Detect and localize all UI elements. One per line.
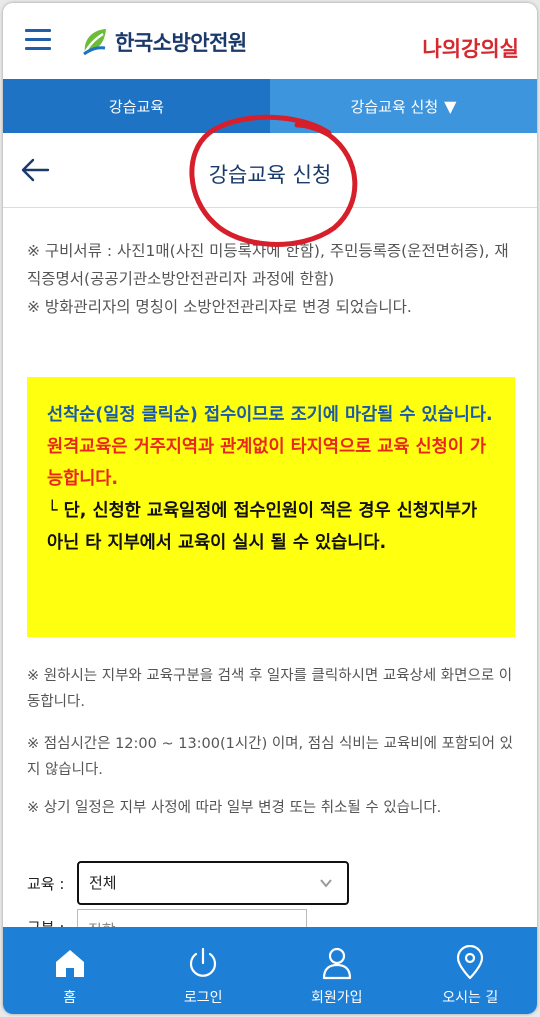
- top-header: 한국소방안전원 나의강의실: [3, 3, 537, 79]
- site-logo[interactable]: 한국소방안전원: [81, 25, 247, 59]
- home-icon: [55, 950, 84, 977]
- notice-documents: ※ 구비서류 : 사진1매(사진 미등록자에 한함), 주민등록증(운전면허증)…: [27, 237, 517, 321]
- tab-bar: 강습교육 강습교육 신청 ▼: [3, 79, 537, 133]
- menu-icon[interactable]: [25, 29, 51, 51]
- power-icon: [190, 947, 217, 977]
- nav-directions[interactable]: 오시는 길: [404, 927, 538, 1014]
- highlight-remote-education: 원격교육은 거주지역과 관계없이 타지역으로 교육 신청이 가능합니다.: [47, 437, 487, 489]
- nav-home[interactable]: 홈: [3, 927, 137, 1014]
- my-classroom-link[interactable]: 나의강의실: [422, 33, 519, 63]
- nav-login-label: 로그인: [183, 990, 223, 1006]
- highlight-branch-note: └ 단, 신청한 교육일정에 접수인원이 적은 경우 신청지부가 아닌 타 지부…: [47, 501, 478, 553]
- logo-text: 한국소방안전원: [115, 31, 247, 55]
- notice-search-hint: ※ 원하시는 지부와 교육구분을 검색 후 일자를 클릭하시면 교육상세 화면으…: [27, 668, 513, 710]
- notice-schedule-change: ※ 상기 일정은 지부 사정에 따라 일부 변경 또는 취소될 수 있습니다.: [27, 800, 442, 816]
- caret-down-icon: ▼: [444, 96, 457, 116]
- app-frame: 한국소방안전원 나의강의실 강습교육 강습교육 신청 ▼ 강습교육 신청 ※ 구…: [3, 3, 537, 1014]
- location-pin-icon: [457, 945, 484, 980]
- category-select[interactable]: 집합: [77, 909, 307, 929]
- education-select[interactable]: 전체: [77, 861, 349, 905]
- education-select-value: 전체: [89, 874, 117, 892]
- bottom-navigation: 홈 로그인 회원가입 오시는 길: [3, 927, 537, 1014]
- tab-training-apply[interactable]: 강습교육 신청 ▼: [270, 79, 537, 133]
- education-filter-label: 교육 :: [27, 875, 65, 893]
- main-content: ※ 구비서류 : 사진1매(사진 미등록자에 한함), 주민등록증(운전면허증)…: [3, 209, 537, 929]
- notice-documents-text: ※ 구비서류 : 사진1매(사진 미등록자에 한함), 주민등록증(운전면허증)…: [27, 242, 509, 288]
- highlight-first-come: 선착순(일정 클릭순) 접수이므로 조기에 마감될 수 있습니다.: [47, 405, 493, 425]
- notice-lunch: ※ 점심시간은 12:00 ~ 13:00(1시간) 이며, 점심 식비는 교육…: [27, 736, 513, 778]
- notice-rename-text: ※ 방화관리자의 명칭이 소방안전관리자로 변경 되었습니다.: [27, 298, 412, 316]
- page-title: 강습교육 신청: [208, 163, 332, 187]
- tab-training-apply-label: 강습교육 신청: [350, 97, 439, 116]
- nav-signup-label: 회원가입: [310, 990, 363, 1006]
- nav-login[interactable]: 로그인: [137, 927, 271, 1014]
- tab-training-label: 강습교육: [108, 97, 165, 116]
- page-subheader: 강습교육 신청: [3, 133, 537, 208]
- nav-directions-label: 오시는 길: [442, 990, 499, 1006]
- highlight-notice-box: 선착순(일정 클릭순) 접수이므로 조기에 마감될 수 있습니다. 원격교육은 …: [27, 377, 515, 637]
- leaf-logo-icon: [83, 29, 106, 56]
- nav-signup[interactable]: 회원가입: [270, 927, 404, 1014]
- user-icon: [322, 947, 351, 980]
- tab-training[interactable]: 강습교육: [3, 79, 270, 133]
- nav-home-label: 홈: [63, 990, 77, 1006]
- chevron-down-icon: [320, 879, 332, 888]
